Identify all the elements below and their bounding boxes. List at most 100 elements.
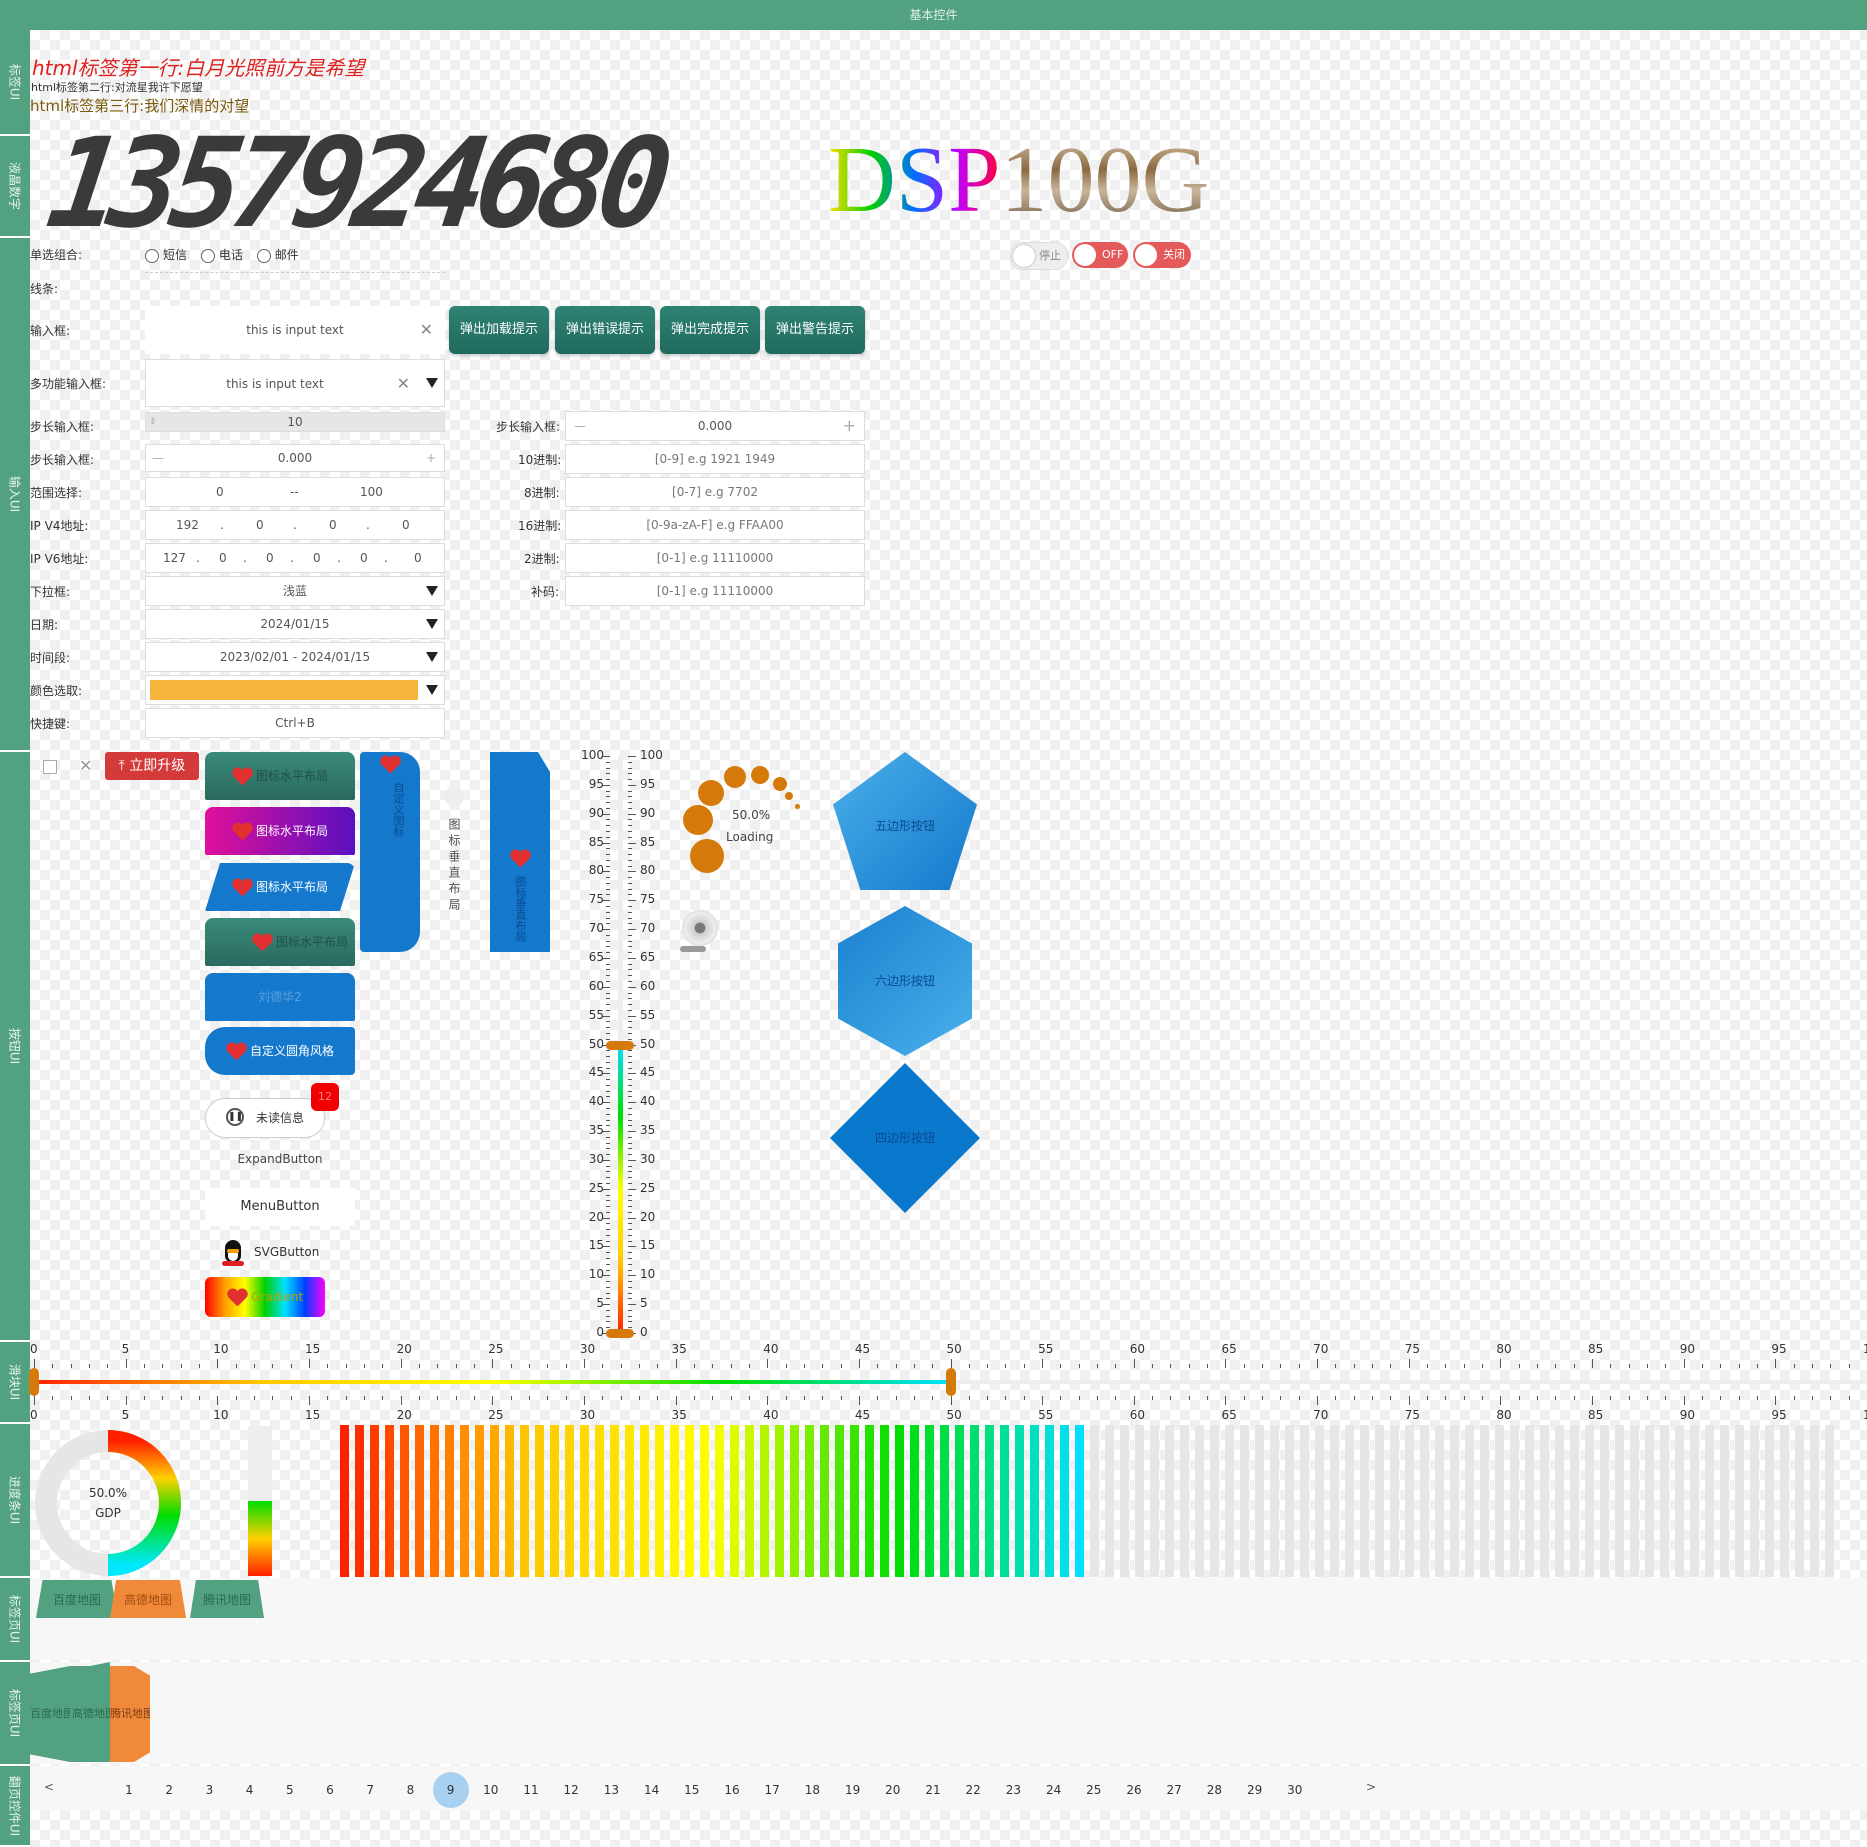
page-number[interactable]: 14 (634, 1772, 670, 1808)
range-input[interactable]: 0 -- 100 (145, 477, 445, 507)
complement-input[interactable]: [0-1] e.g 11110000 (565, 576, 865, 606)
page-next[interactable]: > (1366, 1780, 1376, 1794)
horizontal-slider-handle-min[interactable] (29, 1368, 39, 1396)
ipv6-group[interactable]: 0 (313, 544, 321, 572)
svg-button[interactable]: SVGButton (222, 1238, 319, 1266)
ipv6-group[interactable]: 0 (219, 544, 227, 572)
page-number[interactable]: 30 (1277, 1772, 1313, 1808)
dropdown-arrow-icon[interactable] (426, 619, 438, 629)
minus-icon[interactable]: — (152, 445, 164, 471)
page-number[interactable]: 7 (352, 1772, 388, 1808)
page-number[interactable]: 15 (674, 1772, 710, 1808)
liu-button[interactable]: 刘德华2 (205, 973, 355, 1021)
ipv6-group[interactable]: 0 (266, 544, 274, 572)
page-number[interactable]: 6 (312, 1772, 348, 1808)
radio-mail[interactable] (256, 248, 271, 263)
tab-gaode-map[interactable]: 高德地图 (110, 1580, 186, 1618)
ipv6-input[interactable]: 127. 0. 0. 0. 0. 0 (145, 543, 445, 573)
unread-button[interactable]: ❚❚ 未读信息 (205, 1098, 325, 1138)
oct-input[interactable]: [0-7] e.g 7702 (565, 477, 865, 507)
tab-hex-tencent[interactable]: 腾讯地图 (110, 1666, 150, 1762)
icon-horizontal-button-1[interactable]: 图标水平布局 (205, 752, 355, 800)
vertical-slider-handle-min[interactable] (606, 1329, 634, 1338)
clear-icon[interactable]: ✕ (397, 360, 410, 408)
toggle-off[interactable]: OFF (1072, 242, 1128, 268)
page-number[interactable]: 22 (955, 1772, 991, 1808)
page-number[interactable]: 29 (1237, 1772, 1273, 1808)
page-number[interactable]: 24 (1036, 1772, 1072, 1808)
ipv4-octet[interactable]: 0 (402, 511, 410, 539)
ipv4-octet[interactable]: 192 (176, 511, 199, 539)
toggle-stop[interactable]: 停止 (1010, 242, 1068, 270)
menu-button[interactable]: MenuButton (205, 1188, 355, 1226)
page-number[interactable]: 21 (915, 1772, 951, 1808)
date-picker[interactable]: 2024/01/15 (145, 609, 445, 639)
clear-icon[interactable]: ✕ (420, 306, 433, 354)
checkbox[interactable] (43, 760, 57, 774)
icon-vertical-button[interactable]: 图标垂直布局 (490, 752, 550, 952)
horizontal-slider-handle[interactable] (945, 1368, 956, 1396)
dropdown-arrow-icon[interactable] (426, 586, 438, 596)
hex-input[interactable]: [0-9a-zA-F] e.g FFAA00 (565, 510, 865, 540)
toggle-close[interactable]: 关闭 (1133, 242, 1191, 268)
page-number[interactable]: 27 (1156, 1772, 1192, 1808)
icon-horizontal-button-4[interactable]: 图标水平布局 (205, 918, 355, 966)
page-number[interactable]: 11 (513, 1772, 549, 1808)
plus-icon[interactable]: + (426, 445, 436, 471)
ipv4-input[interactable]: 192. 0. 0. 0 (145, 510, 445, 540)
range-max-value[interactable]: 100 (360, 478, 383, 506)
popup-done-button[interactable]: 弹出完成提示 (660, 306, 760, 354)
page-number[interactable]: 26 (1116, 1772, 1152, 1808)
expand-button[interactable]: ExpandButton (205, 1152, 355, 1166)
text-input[interactable]: this is input text ✕ (145, 306, 445, 354)
diamond-button[interactable]: 四边形按钮 (830, 1063, 980, 1213)
page-number[interactable]: 25 (1076, 1772, 1112, 1808)
page-prev[interactable]: < (44, 1780, 54, 1794)
page-number[interactable]: 12 (553, 1772, 589, 1808)
sidebar-tab-lcd[interactable]: 液晶数字 (0, 136, 30, 238)
dec-input[interactable]: [0-9] e.g 1921 1949 (565, 444, 865, 474)
page-number[interactable]: 10 (473, 1772, 509, 1808)
sidebar-tab-label-ui[interactable]: 标签UI (0, 30, 30, 136)
icon-horizontal-button-2[interactable]: 图标水平布局 (205, 807, 355, 855)
step-input-3[interactable]: — 0.000 + (565, 411, 865, 441)
sidebar-tab-slider-ui[interactable]: 滑块UI (0, 1342, 30, 1424)
step-input-2[interactable]: — 0.000 + (145, 444, 445, 472)
ipv4-octet[interactable]: 0 (329, 511, 337, 539)
page-number[interactable]: 17 (754, 1772, 790, 1808)
popup-warning-button[interactable]: 弹出警告提示 (765, 306, 865, 354)
sidebar-tab-tabs-ui-2[interactable]: 标签页UI (0, 1662, 30, 1766)
minus-icon[interactable]: — (574, 412, 586, 440)
horizontal-slider[interactable]: 0 0 5 5 10 10 15 15 20 20 25 25 30 30 35 35 40 40 45 45 50 50… (29, 1340, 1867, 1424)
radio-sms[interactable] (145, 248, 159, 263)
page-number[interactable]: 4 (232, 1772, 268, 1808)
radio-phone[interactable] (200, 248, 215, 263)
color-picker[interactable] (145, 675, 445, 705)
sidebar-tab-input-ui[interactable]: 输入UI (0, 238, 30, 752)
icon-vertical-text[interactable]: 图标垂直布局 (446, 818, 463, 914)
upgrade-button[interactable]: ⤒ 立即升级 (105, 752, 199, 780)
page-number[interactable]: 20 (875, 1772, 911, 1808)
tab-baidu-map[interactable]: 百度地图 (36, 1580, 118, 1618)
page-number-current[interactable]: 9 (432, 1772, 469, 1808)
step-input-1[interactable]: ⇕ 10 (145, 412, 445, 432)
popup-error-button[interactable]: 弹出错误提示 (555, 306, 655, 354)
ipv6-group[interactable]: 0 (360, 544, 368, 572)
hotkey-input[interactable]: Ctrl+B (145, 708, 445, 738)
pentagon-button[interactable]: 五边形按钮 (833, 752, 977, 890)
sidebar-tab-button-ui[interactable]: 按钮UI (0, 752, 30, 1342)
period-picker[interactable]: 2023/02/01 - 2024/01/15 (145, 642, 445, 672)
page-number[interactable]: 2 (151, 1772, 187, 1808)
vertical-slider-handle[interactable] (606, 1040, 634, 1050)
sidebar-tab-pagination-ui[interactable]: 翻页控件UI (0, 1766, 30, 1847)
range-min-value[interactable]: 0 (216, 478, 224, 506)
tab-tencent-map[interactable]: 腾讯地图 (190, 1580, 264, 1618)
page-number[interactable]: 19 (835, 1772, 871, 1808)
ipv6-group[interactable]: 0 (414, 544, 422, 572)
ipv6-group[interactable]: 127 (163, 544, 186, 572)
vertical-slider[interactable]: 100 100 95 95 90 90 85 85 80 80 75 75 70 70 65 65 60 60 55… (560, 748, 680, 1348)
page-number[interactable]: 1 (111, 1772, 147, 1808)
hexagon-button[interactable]: 六边形按钮 (838, 906, 972, 1056)
bin-input[interactable]: [0-1] e.g 11110000 (565, 543, 865, 573)
ipv4-octet[interactable]: 0 (256, 511, 264, 539)
